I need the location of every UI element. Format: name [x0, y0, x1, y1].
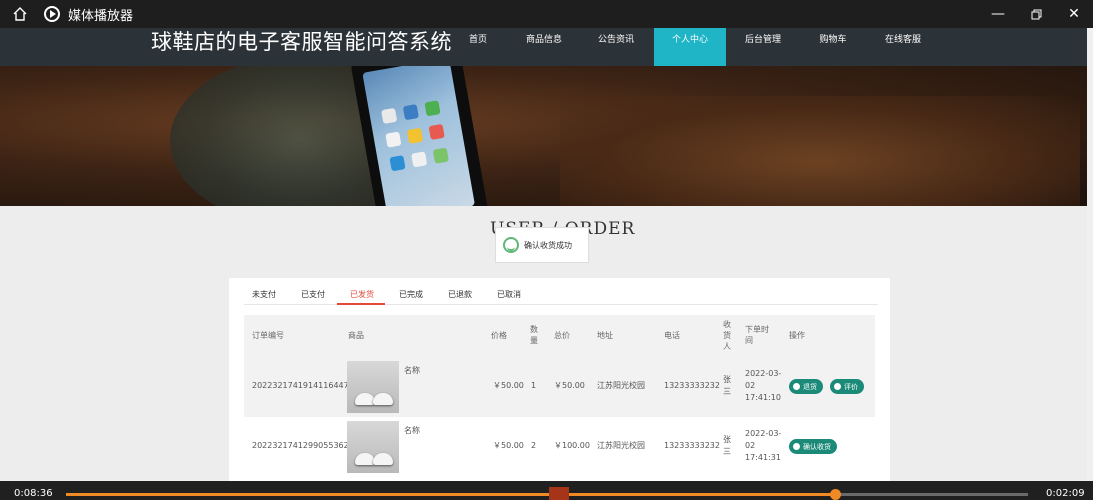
player-control-bar: 0:08:36 0:02:09 — [0, 481, 1093, 500]
order-time: 2022-03-02 17:41:31 — [745, 429, 782, 462]
restore-icon[interactable] — [1017, 0, 1055, 28]
site-title: 球鞋店的电子客服智能问答系统 — [151, 30, 452, 54]
price: ￥50.00 — [493, 441, 524, 450]
receiver: 张三 — [723, 375, 731, 396]
goods-thumbnail[interactable] — [347, 421, 399, 473]
header-receiver: 收货人 — [723, 320, 731, 351]
header-address: 地址 — [597, 331, 613, 340]
comment-icon — [834, 383, 841, 390]
toast-message: 确认收货成功 — [524, 240, 572, 250]
phone: 13233333232 — [664, 441, 720, 450]
check-icon — [793, 443, 800, 450]
goods-name: 名称 — [404, 366, 420, 375]
tab-refunded[interactable]: 已退款 — [448, 289, 472, 300]
address: 江苏阳光校园 — [597, 441, 645, 450]
tab-unpaid[interactable]: 未支付 — [252, 289, 276, 300]
review-button-label: 评价 — [844, 382, 858, 391]
current-time: 0:08:36 — [14, 488, 53, 499]
price: ￥50.00 — [493, 381, 524, 390]
remaining-time: 0:02:09 — [1046, 488, 1085, 499]
page-scrollbar[interactable] — [1087, 28, 1093, 481]
order-time: 2022-03-02 17:41:10 — [745, 369, 782, 402]
header-goods: 商品 — [348, 331, 364, 340]
table-row: 2022321741914116447 名称 ￥50.00 1 ￥50.00 江… — [244, 357, 875, 417]
tab-completed[interactable]: 已完成 — [399, 289, 423, 300]
minimize-icon[interactable]: — — [979, 0, 1017, 28]
success-toast: 确认收货成功 — [495, 227, 589, 263]
return-button[interactable]: 退货 — [789, 379, 823, 394]
header-order-no: 订单编号 — [252, 331, 284, 340]
seek-bar[interactable] — [66, 489, 1028, 500]
qty: 2 — [531, 441, 537, 450]
tab-shipped[interactable]: 已发货 — [350, 289, 374, 300]
qty: 1 — [531, 381, 537, 390]
header-action: 操作 — [789, 331, 805, 340]
goods-name: 名称 — [404, 426, 420, 435]
confirm-receipt-button[interactable]: 确认收货 — [789, 439, 837, 454]
tab-cancelled[interactable]: 已取消 — [497, 289, 521, 300]
banner-phone-screen — [362, 66, 476, 206]
confirm-receipt-label: 确认收货 — [803, 442, 831, 451]
seek-handle[interactable] — [829, 489, 841, 500]
header-price: 价格 — [491, 331, 507, 340]
player-title-bar: 媒体播放器 — ✕ — [0, 0, 1093, 28]
smile-icon — [503, 237, 519, 253]
total: ￥50.00 — [554, 381, 585, 390]
window-controls: — ✕ — [979, 0, 1093, 28]
goods-thumbnail[interactable] — [347, 361, 399, 413]
return-icon — [793, 383, 800, 390]
tab-paid[interactable]: 已支付 — [301, 289, 325, 300]
banner-light — [560, 96, 1080, 206]
table-row: 2022321741299055362 3 名称 ￥50.00 2 ￥100.0… — [244, 417, 875, 477]
table-header: 订单编号 商品 价格 数量 总价 地址 电话 收货人 下单时间 操作 — [244, 315, 875, 357]
hero-banner — [0, 66, 1087, 206]
receiver: 张三 — [723, 435, 731, 456]
header-order-time: 下单时间 — [745, 325, 769, 345]
active-tab-underline — [337, 303, 385, 305]
review-button[interactable]: 评价 — [830, 379, 864, 394]
close-icon[interactable]: ✕ — [1055, 0, 1093, 28]
seek-progress — [66, 493, 835, 496]
header-phone: 电话 — [664, 331, 680, 340]
address: 江苏阳光校园 — [597, 381, 645, 390]
home-icon[interactable] — [6, 0, 34, 28]
media-player-logo-icon — [44, 6, 60, 22]
header-total: 总价 — [554, 331, 570, 340]
header-qty: 数量 — [530, 325, 538, 345]
return-button-label: 退货 — [803, 382, 817, 391]
order-no: 2022321741914116447 — [252, 381, 349, 390]
phone: 13233333232 — [664, 381, 720, 390]
player-app-title: 媒体播放器 — [68, 8, 134, 24]
chapter-marker — [549, 487, 569, 500]
order-no: 2022321741299055362 3 — [252, 441, 357, 450]
total: ￥100.00 — [554, 441, 590, 450]
